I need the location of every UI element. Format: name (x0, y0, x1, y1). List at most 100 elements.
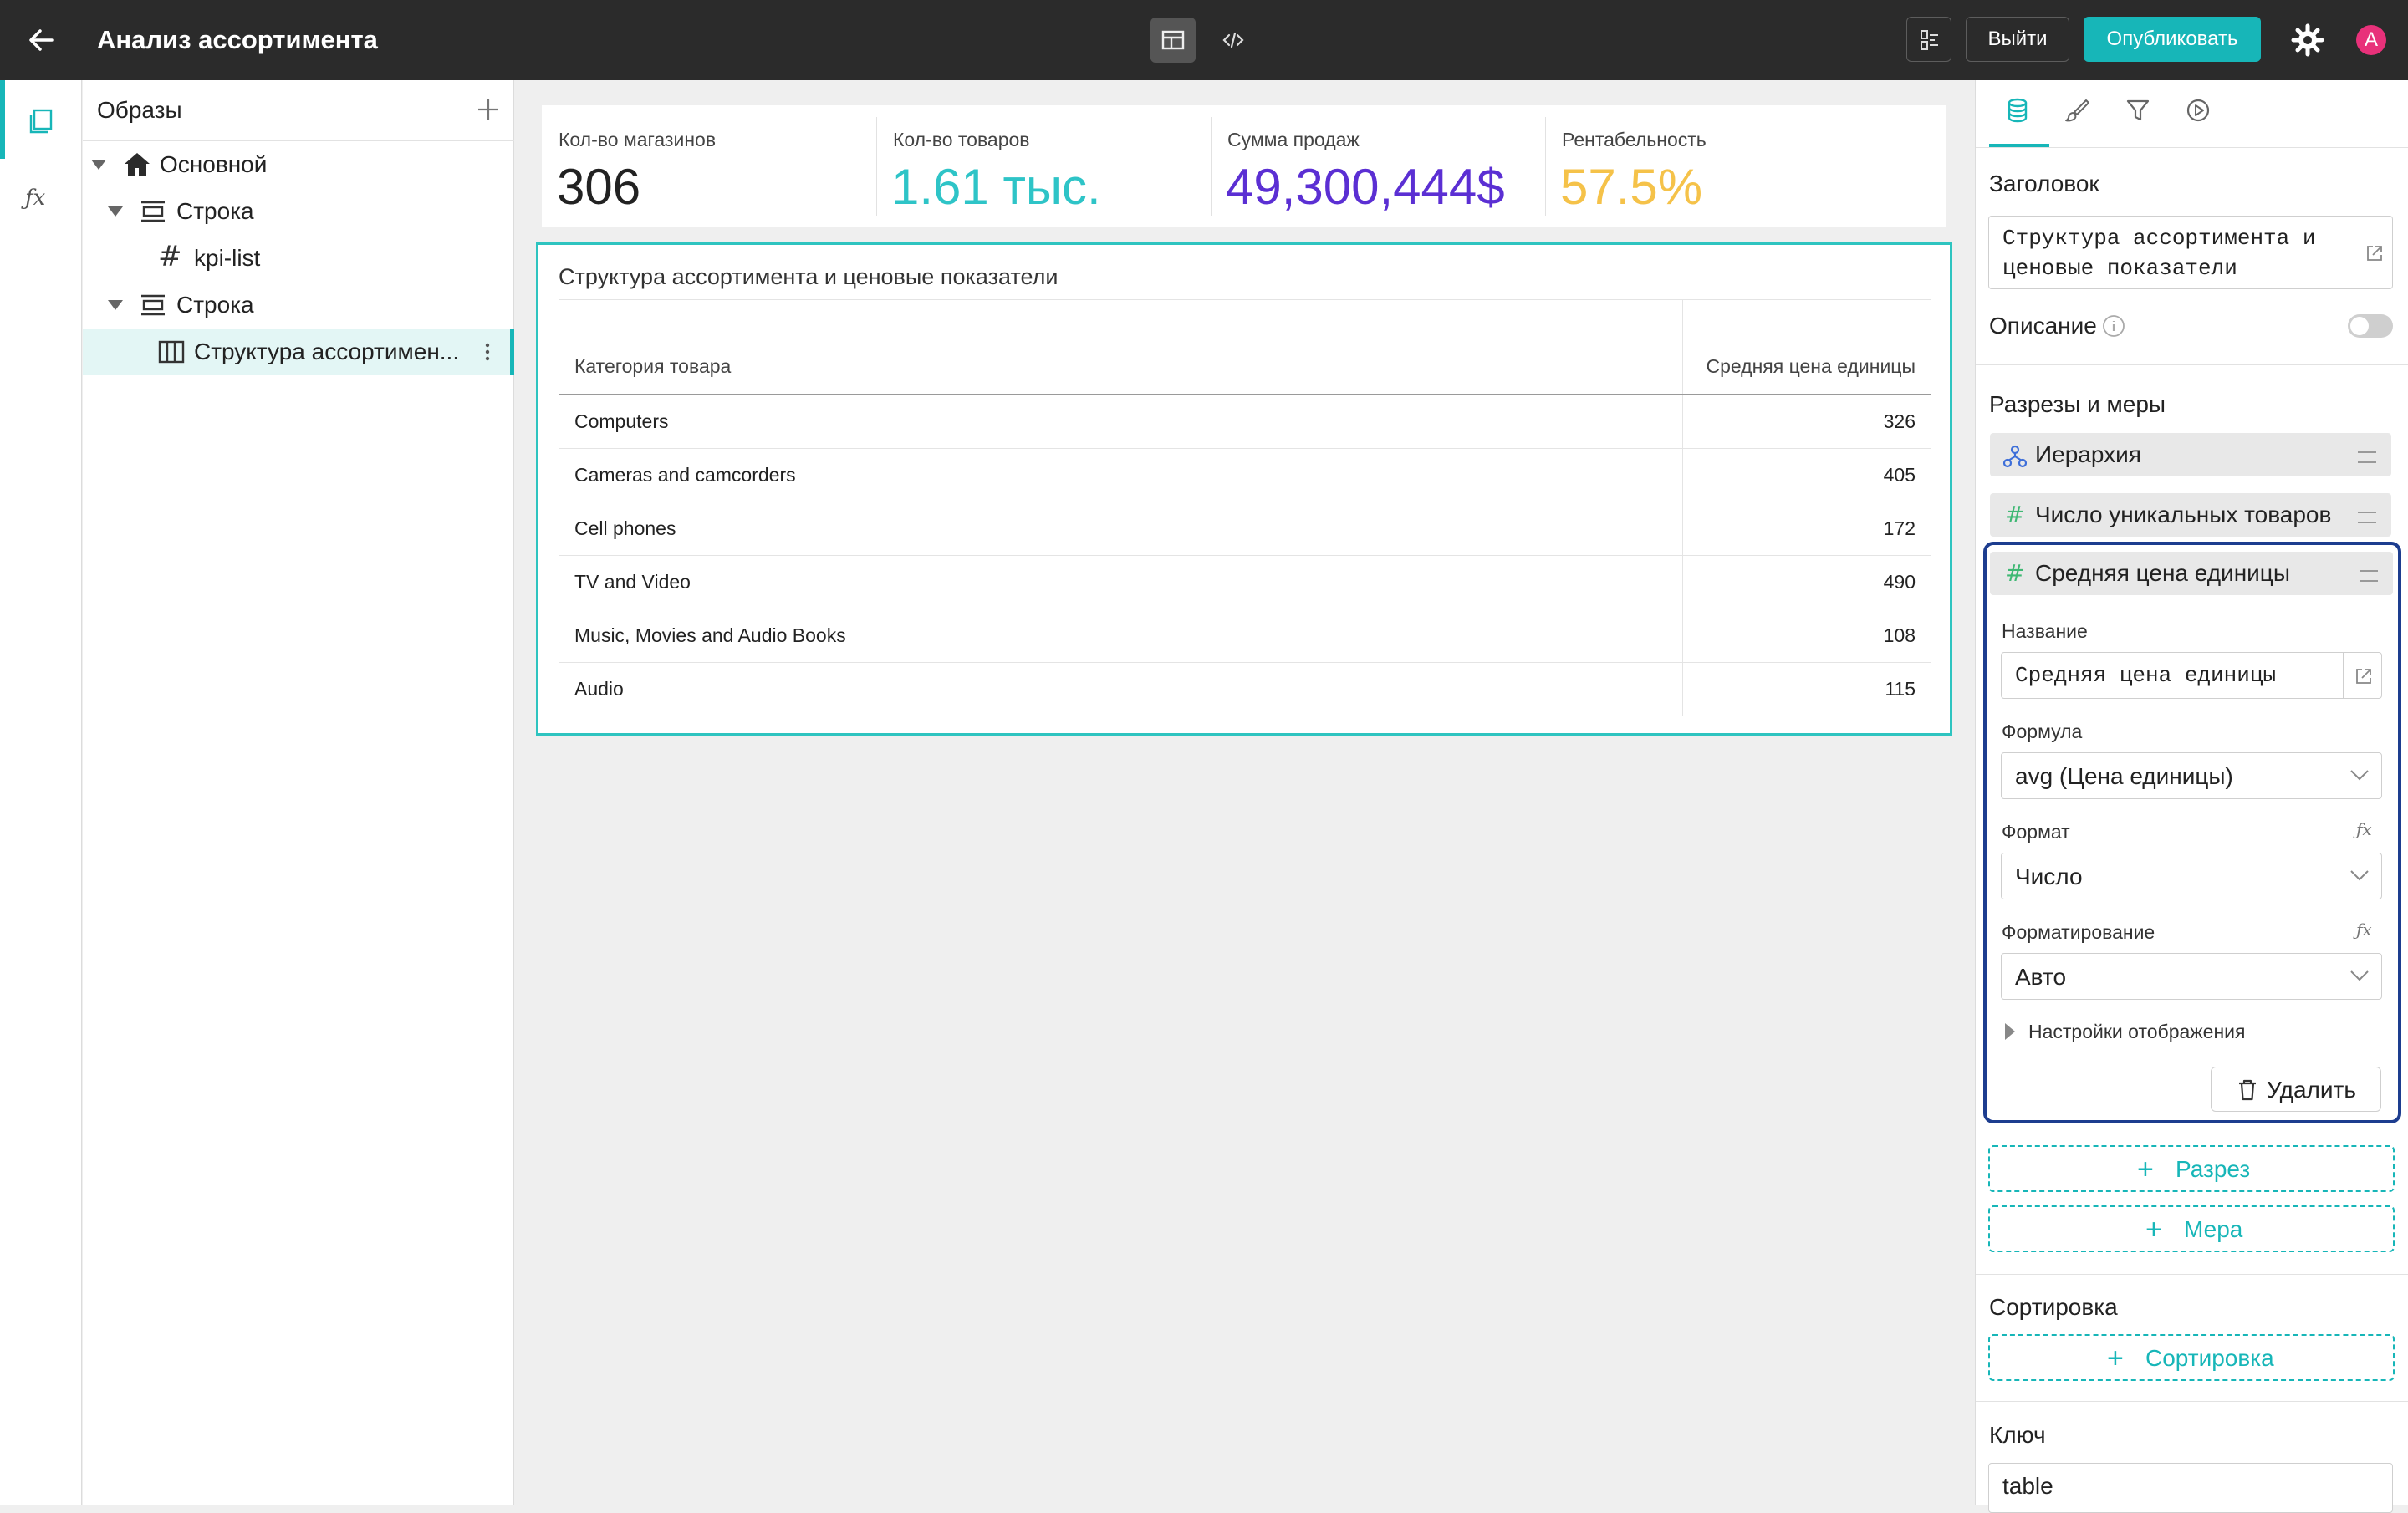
delete-label: Удалить (2267, 1077, 2356, 1103)
tree-node-row-1[interactable]: Строка (83, 188, 514, 235)
trash-icon (2239, 1079, 2256, 1101)
caret-down-icon[interactable] (91, 160, 106, 170)
table-row[interactable]: Computers 326 (559, 394, 1931, 449)
rail-pages-button[interactable] (27, 107, 55, 135)
column-header-avg-price[interactable]: Средняя цена единицы (1682, 299, 1931, 395)
kpi-products[interactable]: Кол-во товаров 1.61 тыс. (876, 105, 1211, 227)
tree-node-label: kpi-list (194, 245, 261, 271)
add-sort-button[interactable]: + Сортировка (1988, 1334, 2395, 1381)
active-tab-indicator (1989, 144, 2049, 147)
kpi-sales[interactable]: Сумма продаж 49,300,444$ (1211, 105, 1545, 227)
hierarchy-item[interactable]: Иерархия (1990, 433, 2391, 476)
title-field[interactable]: Структура ассортимента и ценовые показат… (1988, 216, 2393, 289)
gear-icon (2291, 23, 2324, 57)
table-cell: TV and Video (559, 555, 1683, 609)
kpi-stores[interactable]: Кол-во магазинов 306 (542, 105, 876, 227)
caret-down-icon[interactable] (108, 300, 123, 310)
external-edit-icon (2356, 669, 2371, 684)
table-row[interactable]: TV and Video 490 (559, 555, 1931, 609)
tab-filter[interactable] (2125, 97, 2151, 124)
layout-icon (1161, 30, 1185, 50)
hierarchy-icon (2003, 445, 2027, 468)
kpi-label: Рентабельность (1562, 129, 1707, 150)
table-cell: Audio (559, 662, 1683, 716)
settings-button[interactable] (2291, 23, 2324, 57)
layout-mode-button[interactable] (1150, 18, 1196, 63)
formatting-value: Авто (2015, 964, 2067, 990)
table-cell: Music, Movies and Audio Books (559, 609, 1683, 663)
tree-node-label: Строка (176, 292, 254, 318)
properties-tabs (1976, 80, 2408, 148)
add-measure-button[interactable]: + Мера (1988, 1205, 2395, 1252)
plus-icon: + (2145, 1214, 2162, 1246)
tree-node-table[interactable]: Структура ассортимен... (83, 329, 514, 375)
tree-node-label: Основной (160, 151, 268, 177)
table-row[interactable]: Cell phones 172 (559, 502, 1931, 556)
fx-icon[interactable]: ƒx (2356, 819, 2372, 839)
open-editor-button[interactable] (2354, 217, 2393, 288)
caret-right-icon[interactable] (2005, 1023, 2015, 1040)
key-field[interactable]: table (1988, 1463, 2393, 1513)
drag-handle-icon[interactable] (2360, 570, 2378, 582)
drag-handle-icon[interactable] (2358, 451, 2376, 463)
kpi-label: Кол-во товаров (893, 129, 1030, 150)
add-cut-label: Разрез (2176, 1156, 2251, 1182)
fx-icon[interactable]: ƒx (25, 186, 45, 211)
table-cell: 115 (1682, 662, 1931, 716)
tab-style[interactable] (2064, 97, 2091, 124)
code-mode-button[interactable] (1211, 18, 1256, 63)
title-field-label: Заголовок (1989, 171, 2099, 196)
more-vertical-icon[interactable] (482, 339, 492, 365)
unique-products-item[interactable]: # Число уникальных товаров (1990, 493, 2391, 537)
avatar[interactable]: A (2356, 25, 2386, 55)
external-edit-icon (2367, 246, 2382, 261)
column-header-category[interactable]: Категория товара (559, 299, 1683, 395)
tree-node-label: Строка (176, 198, 254, 224)
table-widget[interactable]: Структура ассортимента и ценовые показат… (536, 242, 1952, 736)
item-label: Число уникальных товаров (2035, 502, 2332, 527)
table-row[interactable]: Audio 115 (559, 662, 1931, 716)
tree-node-kpi-list[interactable]: # kpi-list (83, 235, 514, 282)
table-cell: 405 (1682, 448, 1931, 502)
structure-button[interactable] (1906, 17, 1951, 62)
home-icon (125, 153, 150, 176)
plus-icon: + (2137, 1154, 2154, 1185)
kpi-value: 1.61 тыс. (891, 159, 1101, 215)
back-button[interactable] (23, 22, 60, 59)
table-cell: Computers (559, 394, 1683, 449)
plus-icon (478, 99, 498, 120)
chevron-down-icon (2350, 970, 2369, 981)
caret-down-icon[interactable] (108, 206, 123, 217)
name-field[interactable]: Средняя цена единицы (2001, 652, 2382, 699)
kpi-profitability[interactable]: Рентабельность 57.5% (1545, 105, 1880, 227)
code-icon (1222, 32, 1244, 48)
add-layer-button[interactable] (476, 97, 501, 122)
table-row[interactable]: Cameras and camcorders 405 (559, 448, 1931, 502)
layers-panel: Образы Основной Строка # kpi-list Строка… (83, 80, 514, 1505)
table-row[interactable]: Music, Movies and Audio Books 108 (559, 609, 1931, 663)
name-label: Название (2002, 620, 2088, 642)
avg-price-item[interactable]: # Средняя цена единицы (1990, 552, 2393, 595)
tree-node-main[interactable]: Основной (83, 141, 514, 188)
open-editor-button[interactable] (2343, 653, 2382, 698)
add-cut-button[interactable]: + Разрез (1988, 1145, 2395, 1192)
formula-select[interactable]: avg (Цена единицы) (2001, 752, 2382, 799)
table-cell: 490 (1682, 555, 1931, 609)
kpi-list[interactable]: Кол-во магазинов 306 Кол-во товаров 1.61… (542, 105, 1946, 227)
drag-handle-icon[interactable] (2358, 512, 2376, 523)
formatting-select[interactable]: Авто (2001, 953, 2382, 1000)
publish-button[interactable]: Опубликовать (2084, 17, 2261, 62)
tree-node-row-2[interactable]: Строка (83, 282, 514, 329)
fx-icon[interactable]: ƒx (2356, 920, 2372, 940)
tab-actions[interactable] (2185, 97, 2212, 124)
selection-indicator (510, 329, 514, 375)
add-measure-label: Мера (2184, 1216, 2243, 1242)
display-settings-toggle[interactable]: Настройки отображения (2028, 1019, 2245, 1044)
exit-button[interactable]: Выйти (1966, 17, 2069, 62)
format-select[interactable]: Число (2001, 853, 2382, 899)
top-bar: Анализ ассортимента Выйти Опубликовать A (0, 0, 2408, 80)
tab-data[interactable] (2004, 97, 2031, 124)
description-toggle[interactable] (2348, 314, 2393, 338)
table-cell: Cell phones (559, 502, 1683, 556)
delete-button[interactable]: Удалить (2211, 1067, 2381, 1112)
